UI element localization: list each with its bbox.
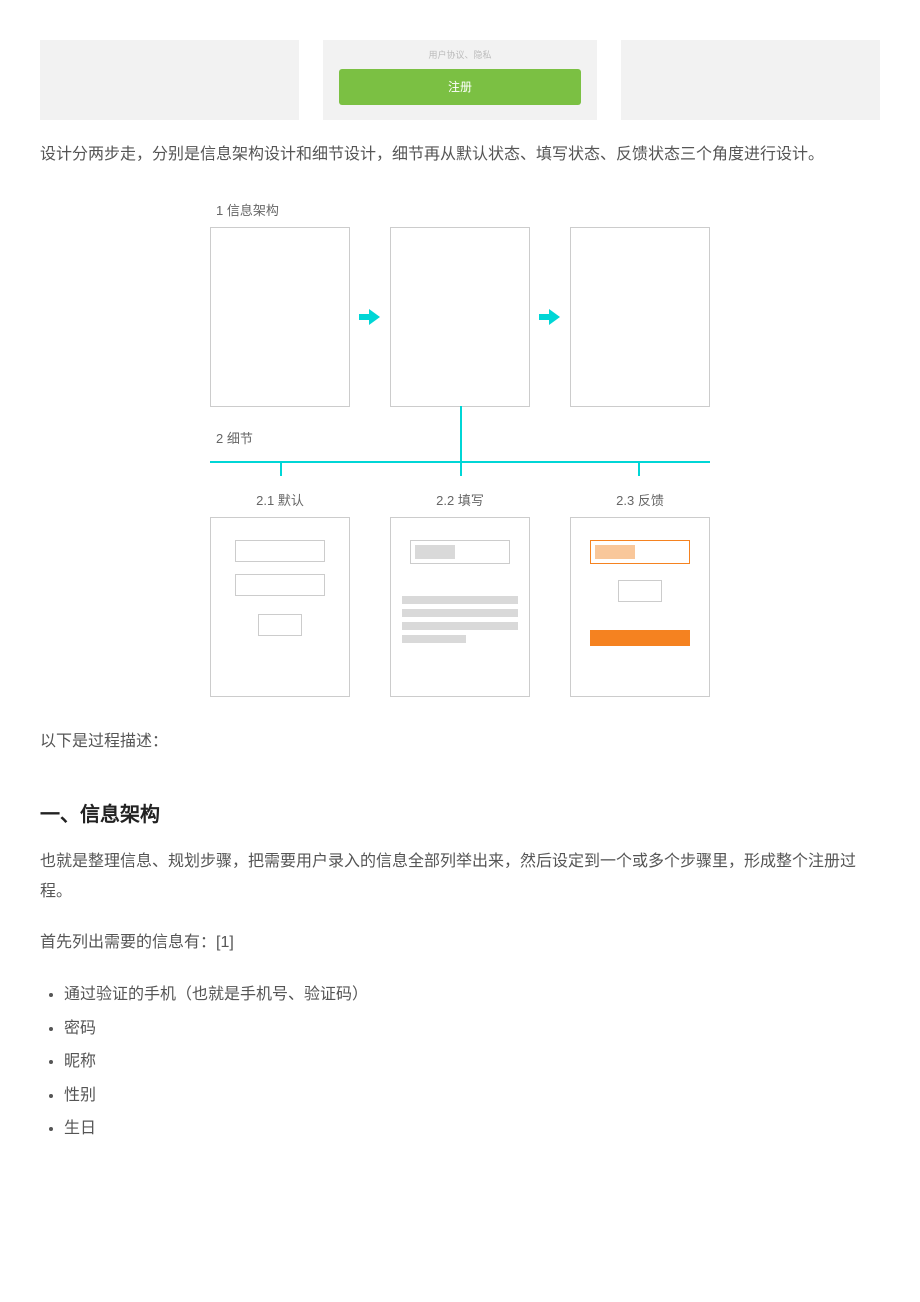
- input-filled: [410, 540, 510, 564]
- input-error: [590, 540, 690, 564]
- sub-label-feedback: 2.3 反馈: [570, 490, 710, 509]
- detail-filling-preview: [390, 517, 530, 697]
- keyboard-icon: [402, 596, 518, 648]
- input-placeholder-2: [235, 574, 325, 596]
- preview-card-middle: 用户协议、隐私 注册: [323, 40, 598, 120]
- design-process-diagram: 1 信息架构 2 细节 2.1 默认 2.2 填写 2.3 反馈: [210, 200, 710, 697]
- screenshot-preview-strip: 用户协议、隐私 注册: [40, 40, 880, 120]
- ia-description-paragraph: 也就是整理信息、规划步骤，把需要用户录入的信息全部列举出来，然后设定到一个或多个…: [40, 847, 880, 908]
- submit-placeholder: [258, 614, 302, 636]
- register-button[interactable]: 注册: [339, 69, 582, 105]
- process-intro-paragraph: 以下是过程描述：: [40, 727, 880, 757]
- preview-card-right: [621, 40, 880, 120]
- list-item: 通过验证的手机（也就是手机号、验证码）: [64, 978, 880, 1012]
- diagram-row-1: [210, 227, 710, 407]
- detail-default-preview: [210, 517, 350, 697]
- preview-card-left: [40, 40, 299, 120]
- diagram-sub-labels: 2.1 默认 2.2 填写 2.3 反馈: [210, 490, 710, 509]
- arrow-right-icon: [359, 308, 381, 326]
- preview-caption: 用户协议、隐私: [331, 48, 590, 61]
- diagram-connector: 2 细节: [210, 406, 710, 478]
- list-intro-paragraph: 首先列出需要的信息有：[1]: [40, 928, 880, 958]
- required-info-list: 通过验证的手机（也就是手机号、验证码） 密码 昵称 性别 生日: [40, 978, 880, 1146]
- sub-label-filling: 2.2 填写: [390, 490, 530, 509]
- ia-screen-3: [570, 227, 710, 407]
- list-item: 昵称: [64, 1045, 880, 1079]
- list-item: 密码: [64, 1012, 880, 1046]
- ia-screen-1: [210, 227, 350, 407]
- ia-screen-2: [390, 227, 530, 407]
- detail-feedback-preview: [570, 517, 710, 697]
- intro-paragraph: 设计分两步走，分别是信息架构设计和细节设计，细节再从默认状态、填写状态、反馈状态…: [40, 140, 880, 170]
- list-item: 性别: [64, 1079, 880, 1113]
- arrow-right-icon: [539, 308, 561, 326]
- list-item: 生日: [64, 1112, 880, 1146]
- submit-placeholder: [618, 580, 662, 602]
- sub-label-default: 2.1 默认: [210, 490, 350, 509]
- error-toast: [590, 630, 690, 646]
- diagram-step1-label: 1 信息架构: [216, 200, 710, 219]
- input-placeholder-1: [235, 540, 325, 562]
- section-heading-ia: 一、信息架构: [40, 798, 880, 827]
- diagram-step2-label: 2 细节: [216, 428, 253, 447]
- diagram-row-2: [210, 517, 710, 697]
